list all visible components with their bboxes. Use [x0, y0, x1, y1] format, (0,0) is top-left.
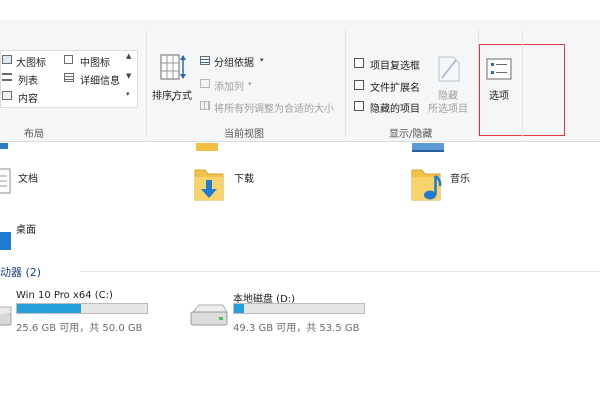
group-separator [522, 30, 523, 138]
drive-space-info: 49.3 GB 可用，共 53.5 GB [233, 323, 360, 334]
drive-usage-bar [16, 303, 148, 314]
fit-columns-button[interactable]: 将所有列调整为合适的大小 [214, 100, 334, 115]
expand-gallery-icon[interactable]: ▾ [126, 90, 130, 98]
layout-group-label: 布局 [24, 129, 44, 140]
partial-item-icon [0, 143, 8, 149]
file-extensions-checkbox[interactable] [354, 80, 364, 90]
desktop-icon [0, 232, 11, 250]
drive-name: Win 10 Pro x64 (C:) [16, 290, 113, 301]
devices-section-heading[interactable]: 动器 (2) [0, 264, 41, 280]
partial-folder-icon [196, 143, 218, 151]
item-checkboxes-checkbox[interactable] [354, 58, 364, 68]
dropdown-arrow-icon: ▾ [171, 96, 175, 104]
large-icons-icon [2, 55, 12, 64]
view-list[interactable]: 列表 [18, 72, 38, 87]
group-separator [146, 30, 147, 138]
show-hide-group-label: 显示/隐藏 [389, 129, 433, 140]
details-icon [64, 73, 74, 82]
drive-icon [0, 306, 12, 326]
list-icon [2, 73, 12, 81]
drive-usage-bar [233, 303, 365, 314]
group-by-button[interactable]: 分组依据 [214, 54, 254, 69]
add-columns-icon [200, 79, 210, 88]
drive-space-info: 25.6 GB 可用，共 50.0 GB [16, 323, 143, 334]
add-columns-button[interactable]: 添加列 [214, 78, 244, 93]
view-details[interactable]: 详细信息 [80, 72, 120, 87]
folder-documents[interactable]: 文档 [18, 170, 38, 185]
sort-icon [160, 54, 186, 80]
hidden-items-label: 隐藏的项目 [370, 104, 420, 115]
folder-downloads[interactable]: 下载 [234, 170, 254, 185]
hide-selected-icon [438, 56, 460, 82]
file-extensions-label: 文件扩展名 [370, 83, 420, 94]
download-folder-icon [194, 169, 224, 201]
view-large-icons[interactable]: 大图标 [16, 54, 46, 69]
group-separator [345, 30, 346, 138]
scroll-up-icon[interactable]: ▲ [126, 52, 131, 60]
hidden-items-checkbox[interactable] [354, 101, 364, 111]
fit-columns-icon [200, 101, 210, 110]
drive-usage-fill [234, 304, 245, 313]
folder-desktop[interactable]: 桌面 [16, 221, 36, 236]
section-divider [80, 271, 600, 272]
drive-usage-fill [17, 304, 81, 313]
item-checkboxes-label: 项目复选框 [370, 61, 420, 72]
current-view-group-label: 当前视图 [224, 129, 264, 140]
hide-selected-label-2: 所选项目 [428, 104, 468, 115]
medium-icons-icon [64, 55, 73, 64]
partial-folder-icon [412, 143, 444, 152]
group-by-icon [200, 56, 210, 65]
music-folder-icon [411, 169, 442, 201]
layout-gallery-scroll[interactable]: ▲ ▼ ▾ [124, 52, 136, 106]
group-by-dropdown-icon: ▾ [260, 56, 264, 64]
document-icon [0, 168, 11, 194]
scroll-down-icon[interactable]: ▼ [126, 72, 131, 80]
drive-icon [190, 304, 228, 326]
content-icon [2, 91, 12, 100]
view-content[interactable]: 内容 [18, 90, 38, 105]
folder-music[interactable]: 音乐 [450, 170, 470, 185]
view-medium-icons[interactable]: 中图标 [80, 54, 110, 69]
add-columns-dropdown-icon: ▾ [248, 80, 252, 88]
